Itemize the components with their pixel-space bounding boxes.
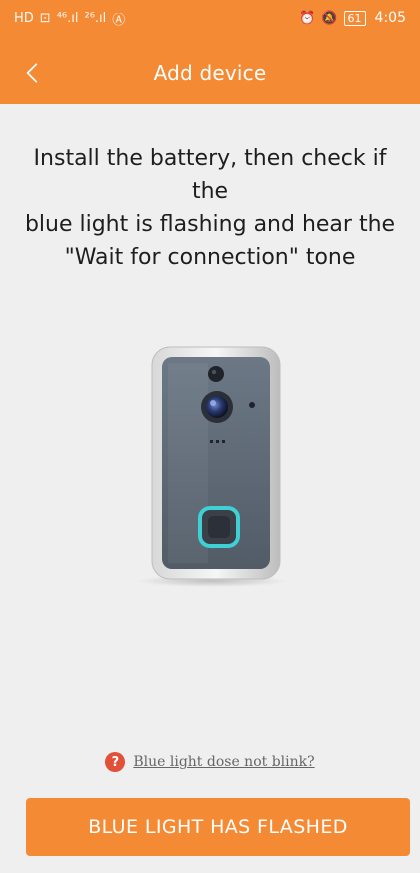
header: HD ⊡ ⁴⁶.ıl ²⁶.ıl Ⓐ ⏰ 🔕 61 4:05 Add devic…: [0, 0, 420, 104]
instruction-line: blue light is flashing and hear the: [24, 212, 396, 237]
signal-2g-icon: ²⁶.ıl: [84, 10, 107, 26]
status-left: HD ⊡ ⁴⁶.ıl ²⁶.ıl Ⓐ: [14, 9, 125, 28]
status-bar: HD ⊡ ⁴⁶.ıl ²⁶.ıl Ⓐ ⏰ 🔕 61 4:05: [0, 0, 420, 36]
mute-icon: 🔕: [321, 10, 338, 26]
hd-icon: HD: [14, 10, 34, 26]
page-title: Add device: [153, 61, 267, 85]
blue-light-flashed-button[interactable]: BLUE LIGHT HAS FLASHED: [26, 798, 410, 856]
status-right: ⏰ 🔕 61 4:05: [299, 10, 406, 26]
help-link[interactable]: Blue light dose not blink?: [133, 754, 314, 770]
signal-4g-icon: ⁴⁶.ıl: [56, 10, 79, 26]
app-notification-icon: Ⓐ: [112, 12, 126, 28]
question-icon: ?: [105, 752, 126, 772]
instruction-line: Install the battery, then check if the: [33, 146, 387, 204]
doorbell-illustration: [137, 345, 290, 590]
doorbell-image: [137, 346, 287, 587]
title-bar: Add device: [0, 42, 420, 104]
status-time: 4:05: [374, 10, 406, 26]
alarm-icon: ⏰: [299, 10, 316, 26]
instruction-text: Install the battery, then check if the b…: [20, 142, 400, 274]
instruction-line: "Wait for connection" tone: [64, 245, 356, 270]
chevron-left-icon[interactable]: [20, 60, 46, 86]
screen-icon: ⊡: [39, 10, 51, 26]
battery-icon: 61: [343, 10, 366, 26]
help-row: ? Blue light dose not blink?: [0, 749, 420, 775]
